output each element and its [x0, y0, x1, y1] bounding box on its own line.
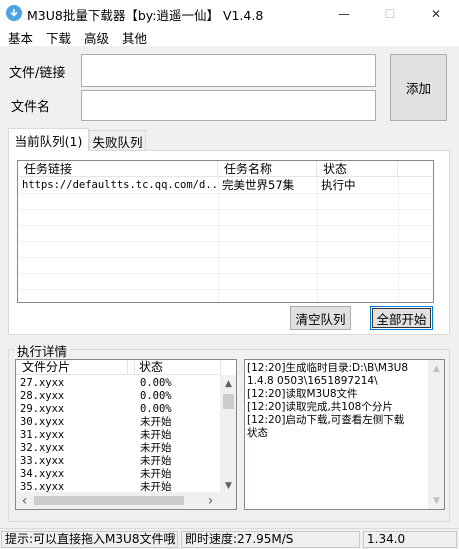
segment-status: 未开始 [140, 468, 172, 480]
file-link-input[interactable] [81, 54, 376, 87]
status-speed: 即时速度:27.95M/S [181, 531, 360, 548]
scroll-thumb[interactable] [223, 394, 234, 409]
segment-name: 33.xyxx [20, 455, 65, 467]
horizontal-scrollbar[interactable]: ‹ › [16, 492, 236, 509]
segment-status: 未开始 [140, 442, 172, 454]
vertical-scrollbar[interactable]: ▲ ▼ [220, 375, 236, 494]
column-header-link[interactable]: 任务链接 [18, 161, 218, 177]
task-status-cell: 执行中 [321, 178, 356, 192]
clear-queue-button[interactable]: 清空队列 [290, 306, 351, 330]
scroll-up-icon[interactable]: ▲ [428, 360, 444, 377]
menu-bar: 基本 下载 高级 其他 [0, 27, 459, 46]
list-item[interactable]: 28.xyxx 0.00% [16, 390, 221, 403]
column-header-name[interactable]: 任务名称 [218, 161, 317, 177]
tab-failed-queue[interactable]: 失败队列 [89, 130, 146, 151]
grid-line [398, 177, 399, 302]
grid-line [18, 289, 433, 290]
task-name-cell: 完美世界57集 [222, 178, 295, 192]
list-item[interactable]: 30.xyxx 未开始 [16, 416, 221, 429]
details-title: 执行详情 [14, 341, 71, 360]
segment-status: 未开始 [140, 455, 172, 467]
log-line: [12:20]读取完成,共108个分片 [247, 401, 393, 413]
minimize-button[interactable]: — [321, 0, 367, 27]
segment-status: 未开始 [140, 429, 172, 441]
log-line: [12:20]读取M3U8文件 [247, 388, 358, 400]
menu-download[interactable]: 下载 [46, 28, 71, 47]
log-output[interactable]: [12:20]生成临时目录:D:\B\M3U8 1.4.8 0503\16518… [244, 359, 445, 510]
file-name-input[interactable] [81, 90, 376, 121]
status-hint: 提示:可以直接拖入M3U8文件哦 [1, 531, 178, 548]
file-name-label: 文件名 [11, 100, 51, 115]
scroll-thumb[interactable] [34, 496, 184, 505]
queue-list[interactable]: 任务链接 任务名称 状态 https://defaultts.tc.qq.com… [17, 160, 434, 303]
queue-header: 任务链接 任务名称 状态 [18, 161, 433, 177]
segment-status: 未开始 [140, 416, 172, 428]
add-button[interactable]: 添加 [390, 54, 447, 121]
task-link-cell: https://defaultts.tc.qq.com/d... [22, 179, 218, 191]
grid-line [18, 193, 433, 194]
segment-status: 0.00% [140, 403, 172, 415]
grid-line [18, 225, 433, 226]
file-link-label: 文件/链接 [9, 66, 66, 81]
table-row[interactable]: https://defaultts.tc.qq.com/d... 完美世界57集… [18, 177, 433, 193]
maximize-button[interactable]: ☐ [367, 0, 413, 27]
segment-name: 28.xyxx [20, 390, 65, 402]
scroll-down-icon[interactable]: ▼ [428, 492, 444, 509]
list-item[interactable]: 29.xyxx 0.00% [16, 403, 221, 416]
tab-current-queue[interactable]: 当前队列(1) [8, 128, 89, 151]
scroll-up-icon[interactable]: ▲ [220, 375, 236, 392]
list-item[interactable]: 32.xyxx 未开始 [16, 442, 221, 455]
list-item[interactable]: 33.xyxx 未开始 [16, 455, 221, 468]
title-bar: M3U8批量下载器【by:逍遥一仙】 V1.4.8 — ☐ ✕ [0, 0, 459, 27]
scroll-right-icon[interactable]: › [202, 492, 219, 509]
log-line: [12:20]生成临时目录:D:\B\M3U8 [247, 362, 408, 374]
grid-line [18, 209, 433, 210]
list-item[interactable]: 34.xyxx 未开始 [16, 468, 221, 481]
log-line: 1.4.8 0503\1651897214\ [247, 375, 378, 387]
segment-name: 31.xyxx [20, 429, 65, 441]
column-header-segment[interactable]: 文件分片 [16, 360, 128, 375]
segment-name: 32.xyxx [20, 442, 65, 454]
grid-line [18, 273, 433, 274]
download-arrow-icon [6, 5, 22, 21]
status-bar: 提示:可以直接拖入M3U8文件哦 即时速度:27.95M/S 1.34.0 [0, 528, 459, 549]
segment-status: 0.00% [140, 390, 172, 402]
grid-line [218, 177, 219, 302]
vertical-scrollbar[interactable]: ▲ ▼ [428, 360, 444, 509]
segment-name: 30.xyxx [20, 416, 65, 428]
menu-advanced[interactable]: 高级 [84, 28, 109, 47]
scroll-left-icon[interactable]: ‹ [16, 492, 33, 509]
grid-line [18, 241, 433, 242]
column-header-segment-status[interactable]: 状态 [133, 360, 221, 375]
status-version: 1.34.0 [363, 531, 457, 548]
segment-name: 29.xyxx [20, 403, 65, 415]
column-header-status[interactable]: 状态 [317, 161, 398, 177]
segment-name: 27.xyxx [20, 377, 65, 389]
list-item[interactable]: 27.xyxx 0.00% [16, 377, 221, 390]
segment-status: 0.00% [140, 377, 172, 389]
menu-other[interactable]: 其他 [122, 28, 147, 47]
start-all-button[interactable]: 全部开始 [370, 306, 433, 330]
grid-line [317, 177, 318, 302]
segment-list[interactable]: 文件分片 状态 27.xyxx 0.00% 28.xyxx 0.00% 29.xyxx 0… [15, 359, 237, 510]
close-button[interactable]: ✕ [413, 0, 459, 27]
segment-name: 34.xyxx [20, 468, 65, 480]
menu-basic[interactable]: 基本 [8, 28, 33, 47]
window-title: M3U8批量下载器【by:逍遥一仙】 V1.4.8 [27, 8, 264, 23]
list-item[interactable]: 31.xyxx 未开始 [16, 429, 221, 442]
log-line: 状态 [247, 427, 268, 439]
segment-header: 文件分片 状态 [16, 360, 221, 375]
log-line: [12:20]启动下载,可查看左侧下载 [247, 414, 405, 426]
grid-line [18, 257, 433, 258]
